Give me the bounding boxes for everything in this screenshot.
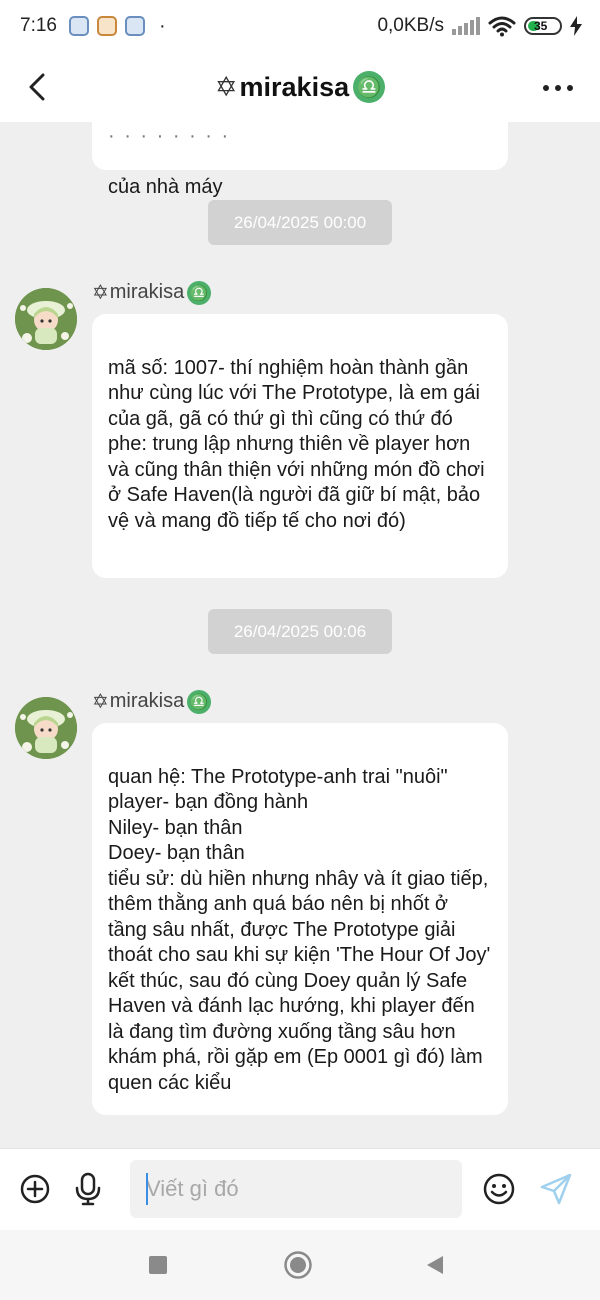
sender-name-text: mirakisa — [109, 281, 185, 303]
home-circle-icon — [284, 1251, 312, 1279]
battery-percent: 35 — [534, 19, 548, 33]
add-attachment-button[interactable] — [17, 1171, 53, 1207]
avatar-image — [15, 288, 77, 350]
chat-header: ✡ mirakisa ♎ — [0, 52, 600, 122]
libra-badge-icon: ♎ — [353, 71, 386, 103]
sender-name-text: mirakisa — [109, 690, 185, 712]
timestamp-pill: 26/04/2025 00:00 — [208, 200, 392, 245]
avatar[interactable] — [15, 288, 77, 350]
plus-circle-icon — [20, 1174, 50, 1204]
star-of-david-icon: ✡ — [214, 71, 238, 102]
timestamp-pill: 26/04/2025 00:06 — [208, 609, 392, 654]
calendar-notification-icon — [124, 16, 145, 36]
charging-bolt-icon — [570, 16, 582, 36]
libra-badge-icon: ♎ — [187, 280, 212, 305]
send-icon — [540, 1173, 572, 1205]
voice-message-button[interactable] — [70, 1171, 106, 1207]
battery-indicator: 35 — [524, 17, 562, 35]
star-of-david-icon: ✡ — [92, 691, 109, 713]
network-speed: 0,0KB/s — [377, 15, 444, 36]
text-cursor — [146, 1173, 148, 1205]
message-input[interactable] — [130, 1160, 462, 1218]
message-list[interactable]: · · · · · · · · của nhà máy 26/04/2025 0… — [0, 122, 600, 1148]
page-title: ✡ mirakisa ♎ — [214, 71, 386, 103]
libra-badge-icon: ♎ — [187, 689, 212, 714]
more-dots-icon — [543, 85, 549, 91]
message-bubble[interactable]: quan hệ: The Prototype-anh trai "nuôi" p… — [92, 723, 508, 1115]
sender-name: ✡ mirakisa ♎ — [92, 280, 212, 305]
system-navigation-bar — [0, 1230, 600, 1300]
zalo-notification-icon — [68, 16, 89, 36]
composer-bar — [0, 1148, 600, 1230]
message-bubble[interactable]: mã số: 1007- thí nghiệm hoàn thành gần n… — [92, 314, 508, 578]
app-notification-icon — [96, 16, 117, 36]
avatar[interactable] — [15, 697, 77, 759]
more-notifications-dot: · — [158, 15, 166, 37]
previous-message-bubble[interactable]: · · · · · · · · của nhà máy — [92, 122, 508, 198]
back-nav-button[interactable] — [418, 1248, 452, 1282]
sender-name: ✡ mirakisa ♎ — [92, 689, 212, 714]
star-of-david-icon: ✡ — [92, 282, 109, 304]
message-text: quan hệ: The Prototype-anh trai "nuôi" p… — [108, 765, 491, 1094]
microphone-icon — [75, 1172, 101, 1206]
conversation-name: mirakisa — [239, 71, 350, 102]
recent-apps-button[interactable] — [141, 1248, 175, 1282]
send-button[interactable] — [538, 1171, 574, 1207]
wifi-icon — [488, 16, 516, 37]
back-button[interactable] — [22, 72, 52, 102]
signal-icon — [452, 17, 480, 35]
message-text: mã số: 1007- thí nghiệm hoàn thành gần n… — [108, 356, 485, 532]
status-bar: 7:16 · 0,0KB/s 35 — [0, 0, 600, 52]
chevron-left-icon — [29, 73, 45, 101]
square-icon — [149, 1256, 167, 1274]
status-time: 7:16 — [20, 15, 57, 36]
more-options-button[interactable] — [538, 74, 578, 102]
emoji-button[interactable] — [481, 1171, 517, 1207]
triangle-back-icon — [427, 1256, 443, 1274]
home-button[interactable] — [281, 1248, 315, 1282]
avatar-image — [15, 697, 77, 759]
smiley-icon — [483, 1173, 515, 1205]
message-text: của nhà máy — [108, 175, 223, 198]
